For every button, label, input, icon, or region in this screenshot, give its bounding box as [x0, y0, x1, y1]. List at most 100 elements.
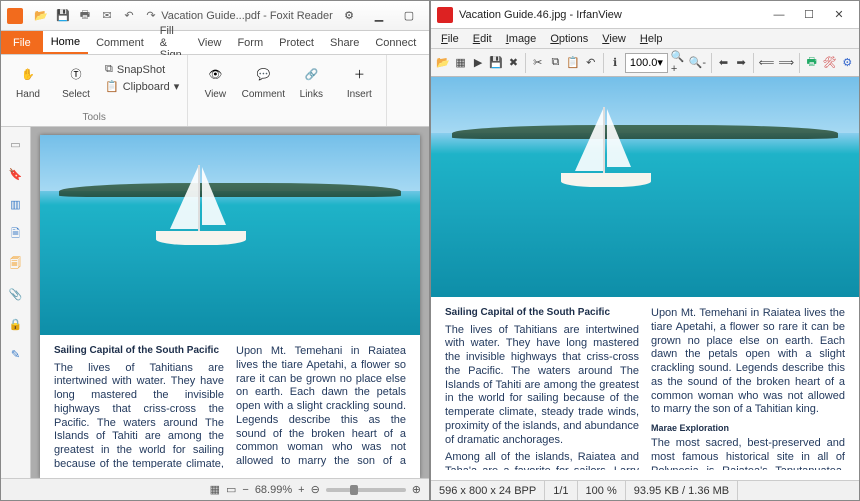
print-button[interactable]: 🖶	[804, 52, 820, 74]
save-button[interactable]: 💾	[488, 52, 504, 74]
hero-photo	[40, 135, 420, 335]
status-page: 1/1	[545, 481, 577, 500]
undo-button[interactable]: ↶	[583, 52, 599, 74]
layout-icon[interactable]: ▭	[226, 483, 236, 496]
zoom-out-button[interactable]: 🔍-	[688, 52, 707, 74]
clipboard-tool[interactable]: 📋 Clipboard▾	[101, 78, 183, 95]
delete-button[interactable]: ✖	[506, 52, 522, 74]
irfan-image-area[interactable]: Sailing Capital of the South Pacific The…	[431, 77, 859, 480]
irfan-menubar: File Edit Image Options View Help	[431, 29, 859, 49]
pages-panel-icon[interactable]: ▭	[7, 135, 25, 153]
tab-connect[interactable]: Connect	[367, 33, 424, 53]
foxit-window: 📂 💾 🖶 ✉ ↶ ↷ Vacation Guide...pdf - Foxit…	[0, 0, 430, 501]
snapshot-tool[interactable]: ⧉ SnapShot	[101, 61, 183, 78]
view-group[interactable]: 👁 View	[192, 57, 238, 100]
clipboard-icon: 📋	[105, 80, 119, 93]
attachments-panel-icon[interactable]: 📎	[7, 285, 25, 303]
zoom-in-button[interactable]: +	[298, 484, 304, 496]
ribbon-body: ✋ Hand Ⓣ Select ⧉ SnapShot 📋 Clipboard▾	[1, 55, 429, 127]
hand-tool[interactable]: ✋ Hand	[5, 57, 51, 100]
last-button[interactable]: ⟹	[777, 52, 795, 74]
print-icon[interactable]: 🖶	[77, 8, 93, 24]
first-button[interactable]: ⟸	[758, 52, 776, 74]
snapshot-icon: ⧉	[105, 63, 113, 76]
pdf-page: Sailing Capital of the South Pacific The…	[40, 135, 420, 478]
status-dimensions: 596 x 800 x 24 BPP	[431, 481, 545, 500]
tab-comment[interactable]: Comment	[88, 33, 152, 53]
tools-button[interactable]: 🛠	[821, 52, 837, 74]
irfan-toolbar: 📂 ▦ ▶ 💾 ✖ ✂ ⧉ 📋 ↶ ℹ 100.0▾ 🔍+ 🔍- ⬅ ➡ ⟸ ⟹…	[431, 49, 859, 77]
maximize-button[interactable]: ☐	[795, 5, 823, 25]
security-panel-icon[interactable]: 🔒	[7, 315, 25, 333]
irfan-logo-icon	[437, 7, 453, 23]
email-icon[interactable]: ✉	[99, 8, 115, 24]
save-icon[interactable]: 💾	[55, 8, 71, 24]
copy-button[interactable]: ⧉	[548, 52, 564, 74]
nav-panel: ▭ 🔖 ▥ 🗎 🗐 📎 🔒 ✎	[1, 127, 31, 478]
article-title: Sailing Capital of the South Pacific	[54, 345, 224, 358]
fields-panel-icon[interactable]: 🗐	[7, 255, 25, 273]
zoom-in2-button[interactable]: ⊕	[412, 483, 421, 496]
foxit-titlebar: 📂 💾 🖶 ✉ ↶ ↷ Vacation Guide...pdf - Foxit…	[1, 1, 429, 31]
zoom-slider[interactable]	[326, 488, 406, 492]
hero-photo	[431, 77, 859, 297]
article-body: Sailing Capital of the South Pacific The…	[431, 297, 859, 480]
article-title: Sailing Capital of the South Pacific	[445, 307, 639, 320]
irfan-window: Vacation Guide.46.jpg - IrfanView — ☐ ✕ …	[430, 0, 860, 501]
slideshow-button[interactable]: ▶	[470, 52, 486, 74]
select-icon: Ⓣ	[63, 61, 89, 87]
close-button[interactable]: ✕	[825, 5, 853, 25]
open-button[interactable]: 📂	[435, 52, 451, 74]
tab-share[interactable]: Share	[322, 33, 367, 53]
undo-icon[interactable]: ↶	[121, 8, 137, 24]
paste-button[interactable]: 📋	[565, 52, 581, 74]
zoom-input[interactable]: 100.0▾	[625, 53, 668, 73]
layers-panel-icon[interactable]: ▥	[7, 195, 25, 213]
minimize-button[interactable]: —	[765, 5, 793, 25]
ribbon-tabs: File Home Comment Fill & Sign View Form …	[1, 31, 429, 55]
comments-panel-icon[interactable]: 🗎	[7, 225, 25, 243]
links-group[interactable]: 🔗 Links	[288, 57, 334, 100]
menu-options[interactable]: Options	[544, 31, 594, 47]
zoom-out-button[interactable]: −	[242, 484, 248, 496]
file-tab[interactable]: File	[1, 31, 43, 54]
view-mode-icon[interactable]: ▦	[210, 483, 220, 496]
maximize-button[interactable]: ▢	[395, 6, 423, 26]
info-button[interactable]: ℹ	[607, 52, 623, 74]
signature-panel-icon[interactable]: ✎	[7, 345, 25, 363]
cut-button[interactable]: ✂	[530, 52, 546, 74]
tab-home[interactable]: Home	[43, 32, 88, 54]
minimize-button[interactable]: ▁	[365, 6, 393, 26]
bookmarks-panel-icon[interactable]: 🔖	[7, 165, 25, 183]
zoom-out2-button[interactable]: ⊖	[311, 483, 320, 496]
tab-protect[interactable]: Protect	[271, 33, 322, 53]
links-icon: 🔗	[298, 61, 324, 87]
insert-icon: ＋	[346, 61, 372, 87]
irfan-title: Vacation Guide.46.jpg - IrfanView	[459, 9, 765, 21]
menu-image[interactable]: Image	[500, 31, 543, 47]
tab-form[interactable]: Form	[229, 33, 271, 53]
zoom-in-button[interactable]: 🔍+	[670, 52, 686, 74]
comment-group[interactable]: 💬 Comment	[240, 57, 286, 100]
next-button[interactable]: ➡	[733, 52, 749, 74]
menu-edit[interactable]: Edit	[467, 31, 498, 47]
document-area[interactable]: Sailing Capital of the South Pacific The…	[31, 127, 429, 478]
open-icon[interactable]: 📂	[33, 8, 49, 24]
menu-file[interactable]: File	[435, 31, 465, 47]
menu-help[interactable]: Help	[634, 31, 669, 47]
settings-icon[interactable]: ⚙	[335, 6, 363, 26]
settings-button[interactable]: ⚙	[839, 52, 855, 74]
hand-icon: ✋	[15, 61, 41, 87]
status-filesize: 93.95 KB / 1.36 MB	[626, 481, 738, 500]
article-body: Sailing Capital of the South Pacific The…	[40, 335, 420, 478]
image-page: Sailing Capital of the South Pacific The…	[431, 77, 859, 480]
irfan-titlebar: Vacation Guide.46.jpg - IrfanView — ☐ ✕	[431, 1, 859, 29]
menu-view[interactable]: View	[596, 31, 632, 47]
thumbnails-button[interactable]: ▦	[453, 52, 469, 74]
tab-view[interactable]: View	[190, 33, 230, 53]
prev-button[interactable]: ⬅	[716, 52, 732, 74]
zoom-value: 68.99%	[255, 484, 292, 496]
insert-group[interactable]: ＋ Insert	[336, 57, 382, 100]
select-tool[interactable]: Ⓣ Select	[53, 57, 99, 100]
irfan-status-bar: 596 x 800 x 24 BPP 1/1 100 % 93.95 KB / …	[431, 480, 859, 500]
